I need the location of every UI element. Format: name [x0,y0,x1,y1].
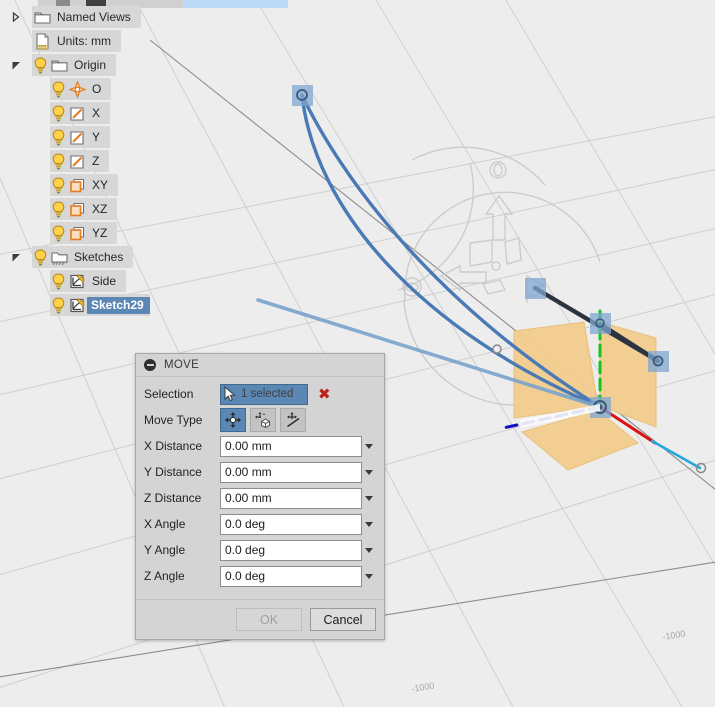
tree-item-named-views[interactable]: Named Views [32,6,141,28]
plane-icon [68,224,87,243]
plane-icon [68,176,87,195]
model-browser-tree[interactable]: Named Views Units: mm Origin O X Y Z XY XZ YZ Sket… [0,0,288,330]
selection-row: Selection 1 selected ✖ [144,383,376,405]
tree-item-label: Side [92,274,117,288]
axis-icon [68,152,87,171]
y-distance-input[interactable]: 0.00 mm [220,461,362,483]
x-distance-input[interactable]: 0.00 mm [220,435,362,457]
light-bulb-icon[interactable] [50,128,67,147]
tree-item-label: XY [92,178,109,192]
x-distance-row: X Distance 0.00 mm [144,435,376,457]
chevron-right-icon[interactable] [10,11,22,23]
chevron-down-icon[interactable] [362,515,376,534]
move-type-label: Move Type [144,413,203,427]
tree-item-label: Units: mm [57,34,111,48]
light-bulb-icon[interactable] [50,80,67,99]
chevron-down-icon[interactable] [362,489,376,508]
axis-icon [68,104,87,123]
collapse-icon[interactable] [144,359,156,371]
free-move-icon[interactable] [220,408,246,432]
z-distance-row: Z Distance 0.00 mm [144,487,376,509]
tree-item-xy[interactable]: XY [50,174,119,196]
y-angle-row: Y Angle 0.0 deg [144,539,376,561]
light-bulb-icon[interactable] [50,152,67,171]
tree-item-x[interactable]: X [50,102,111,124]
tree-item-xz[interactable]: XZ [50,198,118,220]
tree-item-units-mm[interactable]: Units: mm [32,30,121,52]
z-angle-input[interactable]: 0.0 deg [220,565,362,587]
folder-icon [33,8,52,27]
chevron-down-icon[interactable] [362,567,376,586]
tree-item-label: Z [92,154,100,168]
dialog-titlebar[interactable]: MOVE [136,354,384,377]
selection-label: Selection [144,387,194,401]
sketch-icon [68,296,87,315]
sketches-folder-icon [50,248,69,267]
curve-midpoint-marker [492,344,502,354]
light-bulb-icon[interactable] [50,224,67,243]
tree-item-z[interactable]: Z [50,150,110,172]
move-type-row: Move Type [144,408,376,432]
light-bulb-icon[interactable] [32,56,49,75]
ok-button[interactable]: OK [236,608,302,631]
tree-item-label: Sketches [74,250,124,264]
tree-item-sketches[interactable]: Sketches [32,246,134,268]
tree-item-label: XZ [92,202,108,216]
cursor-arrow-icon [223,385,237,402]
dialog-body: Selection 1 selected ✖ Move Type X Dista… [136,377,384,599]
tree-item-sketch29[interactable]: Sketch29 [50,294,150,316]
tree-item-o[interactable]: O [50,78,112,100]
chevron-down-icon[interactable] [362,463,376,482]
move-along-path-icon[interactable] [280,408,306,432]
tree-row-partial-selection [183,0,288,8]
y-angle-label: Y Angle [144,543,186,557]
tree-item-label: X [92,106,101,120]
z-angle-label: Z Angle [144,569,185,583]
dialog-title: MOVE [164,359,200,371]
move-dialog[interactable]: MOVE Selection 1 selected ✖ Move Type X … [135,353,385,640]
light-bulb-icon[interactable] [50,296,67,315]
x-angle-input[interactable]: 0.0 deg [220,513,362,535]
x-angle-label: X Angle [144,517,186,531]
folder-icon [50,56,69,75]
tree-item-label: Origin [74,58,107,72]
chevron-down-icon[interactable] [10,251,22,263]
dialog-footer: OK Cancel [136,599,384,639]
selection-count: 1 selected [241,388,294,400]
tree-item-label: Y [92,130,101,144]
x-distance-label: X Distance [144,439,203,453]
ruler-icon [33,32,52,51]
chevron-down-icon[interactable] [362,541,376,560]
y-distance-label: Y Distance [144,465,202,479]
tree-item-side[interactable]: Side [50,270,127,292]
light-bulb-icon[interactable] [50,104,67,123]
light-bulb-icon[interactable] [32,248,49,267]
red-x-icon[interactable]: ✖ [318,387,331,402]
origin-point-icon [68,79,87,99]
y-distance-row: Y Distance 0.00 mm [144,461,376,483]
z-distance-input[interactable]: 0.00 mm [220,487,362,509]
tree-item-label: Named Views [57,10,131,24]
tree-item-label: YZ [92,226,108,240]
tree-item-label: O [92,82,102,96]
plane-icon [68,200,87,219]
translate-object-icon[interactable] [250,408,276,432]
chevron-down-icon[interactable] [10,59,22,71]
chevron-down-icon[interactable] [362,437,376,456]
tree-item-origin[interactable]: Origin [32,54,117,76]
light-bulb-icon[interactable] [50,176,67,195]
y-angle-input[interactable]: 0.0 deg [220,539,362,561]
z-distance-label: Z Distance [144,491,202,505]
selection-button[interactable]: 1 selected [220,383,308,405]
light-bulb-icon[interactable] [50,200,67,219]
tree-item-yz[interactable]: YZ [50,222,118,244]
x-angle-row: X Angle 0.0 deg [144,513,376,535]
sketch-icon [68,272,87,291]
tree-item-label: Sketch29 [87,296,150,314]
light-bulb-icon[interactable] [50,272,67,291]
z-angle-row: Z Angle 0.0 deg [144,565,376,587]
tree-item-y[interactable]: Y [50,126,111,148]
axis-icon [68,128,87,147]
cancel-button[interactable]: Cancel [310,608,376,631]
